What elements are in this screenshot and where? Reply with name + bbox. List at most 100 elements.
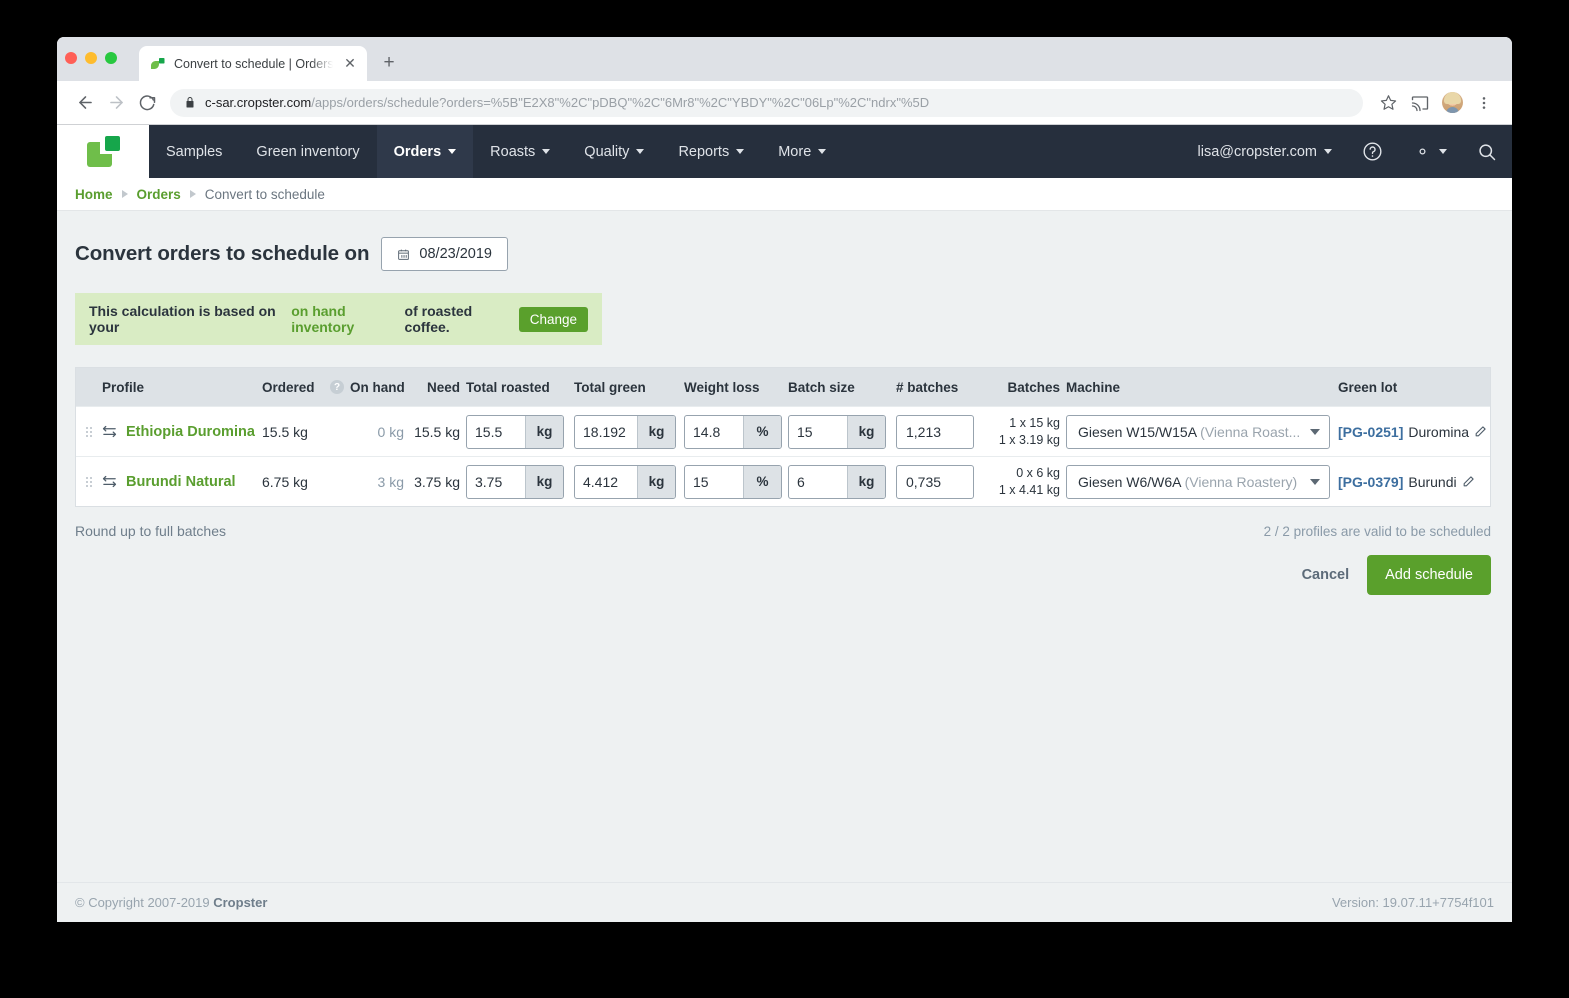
green-lot-id[interactable]: [PG-0251] [1338, 424, 1403, 440]
total-green-field[interactable]: 4.412 kg [574, 464, 676, 499]
chevron-down-icon [1310, 428, 1320, 435]
close-tab-button[interactable]: ✕ [341, 55, 359, 73]
minimize-window-button[interactable] [85, 52, 97, 64]
nav-item-orders[interactable]: Orders [376, 125, 474, 178]
help-icon[interactable]: ? [330, 380, 344, 394]
search-icon[interactable] [1462, 125, 1512, 178]
browser-tab-title: Convert to schedule | Orders | [174, 56, 333, 71]
cast-icon[interactable] [1406, 89, 1434, 117]
help-circle-icon[interactable] [1347, 125, 1398, 178]
total-roasted-unit: kg [525, 465, 563, 498]
breadcrumb-separator-icon [121, 190, 128, 198]
close-window-button[interactable] [65, 52, 77, 64]
cancel-button[interactable]: Cancel [1302, 567, 1350, 583]
total-roasted-input-group: 15.5 kg [466, 414, 574, 449]
total-roasted-field[interactable]: 3.75 kg [466, 464, 564, 499]
header-need: Need [426, 379, 460, 395]
gear-icon[interactable] [1398, 125, 1462, 178]
nav-item-samples[interactable]: Samples [149, 125, 239, 178]
total-green-field[interactable]: 18.192 kg [574, 414, 676, 449]
round-up-to-full-batches-link[interactable]: Round up to full batches [75, 523, 226, 539]
batch-size-input-group: 6 kg [788, 464, 896, 499]
pencil-icon[interactable] [1474, 425, 1487, 438]
total-green-input-group: 4.412 kg [574, 464, 684, 499]
banner-text-after: of roasted coffee. [404, 303, 473, 335]
weight-loss-input[interactable]: 14.8 [685, 416, 743, 448]
app-navigation-bar: Samples Green inventory Orders Roasts Qu… [57, 125, 1512, 178]
cropster-logo[interactable] [57, 125, 149, 178]
page-title-row: Convert orders to schedule on 08/23/2019 [75, 237, 1494, 271]
pencil-icon[interactable] [1462, 475, 1475, 488]
weight-loss-input[interactable]: 15 [685, 466, 743, 498]
new-tab-button[interactable]: + [375, 49, 403, 77]
profile-name[interactable]: Ethiopia Duromina [126, 424, 255, 440]
star-icon[interactable] [1374, 89, 1402, 117]
chevron-down-icon [818, 149, 827, 154]
total-roasted-field[interactable]: 15.5 kg [466, 414, 564, 449]
total-roasted-input[interactable]: 15.5 [467, 416, 525, 448]
num-batches-input[interactable]: 0,735 [896, 464, 974, 499]
num-batches-input[interactable]: 1,213 [896, 414, 974, 449]
calendar-icon [397, 248, 410, 261]
total-green-input[interactable]: 4.412 [575, 466, 637, 498]
on-hand-inventory-link[interactable]: on hand inventory [291, 303, 399, 335]
address-bar[interactable]: c-sar.cropster.com/apps/orders/schedule?… [170, 88, 1363, 117]
swap-arrows-icon[interactable] [102, 425, 117, 438]
on-hand-value: 3 kg [377, 473, 404, 490]
nav-item-quality[interactable]: Quality [567, 125, 661, 178]
weight-loss-field[interactable]: 15 % [684, 464, 782, 499]
batches-cell: 0 x 6 kg 1 x 4.41 kg [988, 465, 1066, 499]
forward-arrow-icon[interactable] [102, 89, 130, 117]
account-menu[interactable]: lisa@cropster.com [1183, 125, 1347, 178]
batch-size-field[interactable]: 15 kg [788, 414, 886, 449]
browser-window: Convert to schedule | Orders | ✕ + c-sar… [57, 37, 1512, 922]
nav-item-roasts[interactable]: Roasts [473, 125, 567, 178]
reload-icon[interactable] [133, 89, 161, 117]
breadcrumb-home[interactable]: Home [75, 187, 113, 202]
maximize-window-button[interactable] [105, 52, 117, 64]
profile-name[interactable]: Burundi Natural [126, 474, 236, 490]
header-total-green: Total green [574, 379, 646, 395]
total-roasted-input[interactable]: 3.75 [467, 466, 525, 498]
drag-handle-icon[interactable] [76, 475, 102, 489]
nav-item-green-inventory[interactable]: Green inventory [239, 125, 376, 178]
weight-loss-unit: % [743, 465, 781, 498]
machine-select[interactable]: Giesen W15/W15A (Vienna Roast... [1066, 414, 1330, 449]
window-traffic-lights[interactable] [65, 52, 117, 64]
header-total-roasted: Total roasted [466, 379, 550, 395]
avatar-icon[interactable] [1438, 89, 1466, 117]
green-lot-id[interactable]: [PG-0379] [1338, 474, 1403, 490]
swap-arrows-icon[interactable] [102, 475, 117, 488]
weight-loss-field[interactable]: 14.8 % [684, 414, 782, 449]
nav-item-reports[interactable]: Reports [661, 125, 761, 178]
green-lot-name: Duromina [1408, 423, 1470, 440]
add-schedule-button[interactable]: Add schedule [1367, 555, 1491, 595]
nav-item-more[interactable]: More [761, 125, 843, 178]
batch-size-input[interactable]: 15 [789, 416, 847, 448]
three-dot-menu-icon[interactable] [1470, 89, 1498, 117]
breadcrumb-orders[interactable]: Orders [137, 187, 181, 202]
batch-size-field[interactable]: 6 kg [788, 464, 886, 499]
back-arrow-icon[interactable] [71, 89, 99, 117]
chevron-down-icon [736, 149, 745, 154]
batch-size-input[interactable]: 6 [789, 466, 847, 498]
chevron-down-icon [636, 149, 645, 154]
machine-select[interactable]: Giesen W6/W6A (Vienna Roastery) [1066, 464, 1330, 499]
profile-cell: Burundi Natural [102, 474, 262, 490]
schedule-date-picker[interactable]: 08/23/2019 [381, 237, 508, 271]
machine-select-group: Giesen W6/W6A (Vienna Roastery) [1066, 464, 1338, 499]
header-green-lot: Green lot [1338, 379, 1398, 395]
nav-label: Roasts [490, 143, 536, 160]
change-inventory-button[interactable]: Change [518, 306, 588, 332]
brand-name: Cropster [213, 895, 268, 910]
header-profile: Profile [102, 379, 145, 395]
browser-tab[interactable]: Convert to schedule | Orders | ✕ [139, 46, 367, 81]
cropster-favicon-icon [150, 56, 166, 72]
machine-name: Giesen W15/W15A [1078, 423, 1197, 440]
total-green-input[interactable]: 18.192 [575, 416, 637, 448]
need-value: 15.5 kg [414, 423, 460, 440]
ordered-value: 6.75 kg [262, 473, 308, 490]
page-title: Convert orders to schedule on [75, 242, 370, 265]
drag-handle-icon[interactable] [76, 425, 102, 439]
